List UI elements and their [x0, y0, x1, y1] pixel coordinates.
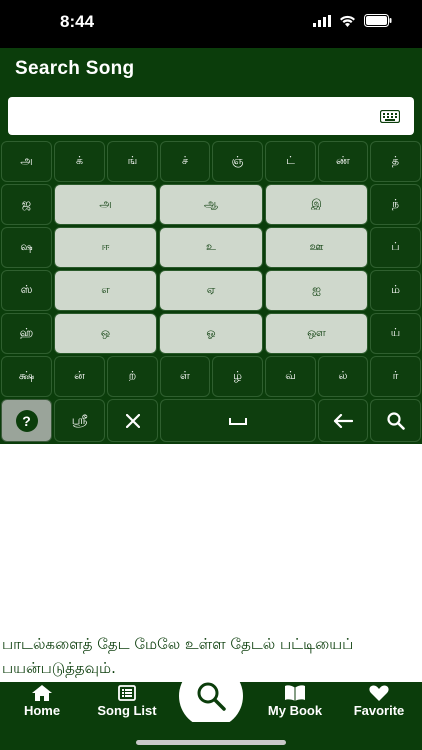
vowel-key[interactable]: ஐ [265, 270, 368, 311]
vowel-key[interactable]: ஔ [265, 313, 368, 354]
vowel-key[interactable]: ஏ [159, 270, 263, 311]
search-bar [0, 96, 422, 140]
status-icons [313, 14, 392, 27]
key[interactable]: அ [1, 141, 52, 182]
backspace-key[interactable] [318, 399, 368, 442]
arrow-left-icon [333, 413, 353, 428]
vowel-key[interactable]: எ [54, 270, 157, 311]
tamil-keyboard: அ க் ங் ச் ஞ் ட் ண் த் ஜ அ ஆ இ ந் ஷ ஈ உ … [0, 140, 422, 444]
vowel-key[interactable]: அ [54, 184, 157, 225]
key[interactable]: ழ் [212, 356, 263, 397]
key[interactable]: ண் [318, 141, 368, 182]
header: Search Song [0, 48, 422, 96]
key[interactable]: ஞ் [212, 141, 263, 182]
vowel-key[interactable]: ஆ [159, 184, 263, 225]
tab-label: Song List [97, 703, 157, 718]
vowel-key[interactable]: ஒ [54, 313, 157, 354]
key[interactable]: வ் [265, 356, 316, 397]
close-icon [125, 413, 140, 428]
wifi-icon [340, 15, 355, 27]
key[interactable]: ள் [160, 356, 210, 397]
vowel-key[interactable]: ஓ [159, 313, 263, 354]
heart-icon [369, 685, 389, 701]
sri-key[interactable]: ஶ்ரீ [54, 399, 105, 442]
vowel-key[interactable]: உ [159, 227, 263, 268]
tab-home[interactable]: Home [14, 682, 70, 722]
key[interactable]: க்ஷ் [1, 356, 52, 397]
key[interactable]: ற் [107, 356, 158, 397]
key[interactable]: ட் [265, 141, 316, 182]
tab-label: My Book [267, 703, 323, 718]
vowel-key[interactable]: இ [265, 184, 368, 225]
key[interactable]: ச் [160, 141, 210, 182]
search-icon [386, 411, 405, 430]
help-key[interactable]: ? [1, 399, 52, 442]
key[interactable]: ன் [54, 356, 105, 397]
status-time: 8:44 [60, 12, 95, 31]
key[interactable]: ஷ [1, 227, 52, 268]
key[interactable]: ம் [370, 270, 421, 311]
home-icon [32, 685, 52, 701]
help-icon: ? [15, 409, 38, 432]
key[interactable]: ஸ் [1, 270, 52, 311]
key[interactable]: ங் [107, 141, 158, 182]
keyboard-icon[interactable] [379, 108, 401, 127]
tab-label: Home [23, 703, 61, 718]
key[interactable]: ர் [370, 356, 421, 397]
search-icon [197, 682, 226, 711]
search-key[interactable] [370, 399, 421, 442]
space-key[interactable] [160, 399, 316, 442]
list-icon [118, 685, 136, 701]
clear-key[interactable] [107, 399, 158, 442]
page-title: Search Song [15, 58, 135, 79]
key[interactable]: த் [370, 141, 421, 182]
key[interactable]: க் [54, 141, 105, 182]
vowel-key[interactable]: ஊ [265, 227, 368, 268]
tab-my-book[interactable]: My Book [262, 682, 328, 722]
tab-favorite[interactable]: Favorite [348, 682, 410, 722]
key[interactable]: ல் [318, 356, 368, 397]
key[interactable]: ந் [370, 184, 421, 225]
tab-label: Favorite [353, 703, 405, 718]
tab-song-list[interactable]: Song List [92, 682, 162, 722]
bottom-safe-area [0, 722, 422, 750]
battery-icon [364, 14, 392, 27]
key[interactable]: ஜ [1, 184, 52, 225]
search-input[interactable] [16, 101, 366, 131]
vowel-key[interactable]: ஈ [54, 227, 157, 268]
signal-icon [313, 14, 331, 27]
key[interactable]: ஹ் [1, 313, 52, 354]
status-bar: 8:44 [0, 0, 422, 48]
key[interactable]: ய் [370, 313, 421, 354]
home-indicator [136, 740, 286, 745]
book-icon [285, 685, 305, 701]
key[interactable]: ப் [370, 227, 421, 268]
tab-search-button[interactable] [179, 664, 243, 728]
search-box [8, 97, 414, 135]
space-icon [229, 417, 247, 425]
